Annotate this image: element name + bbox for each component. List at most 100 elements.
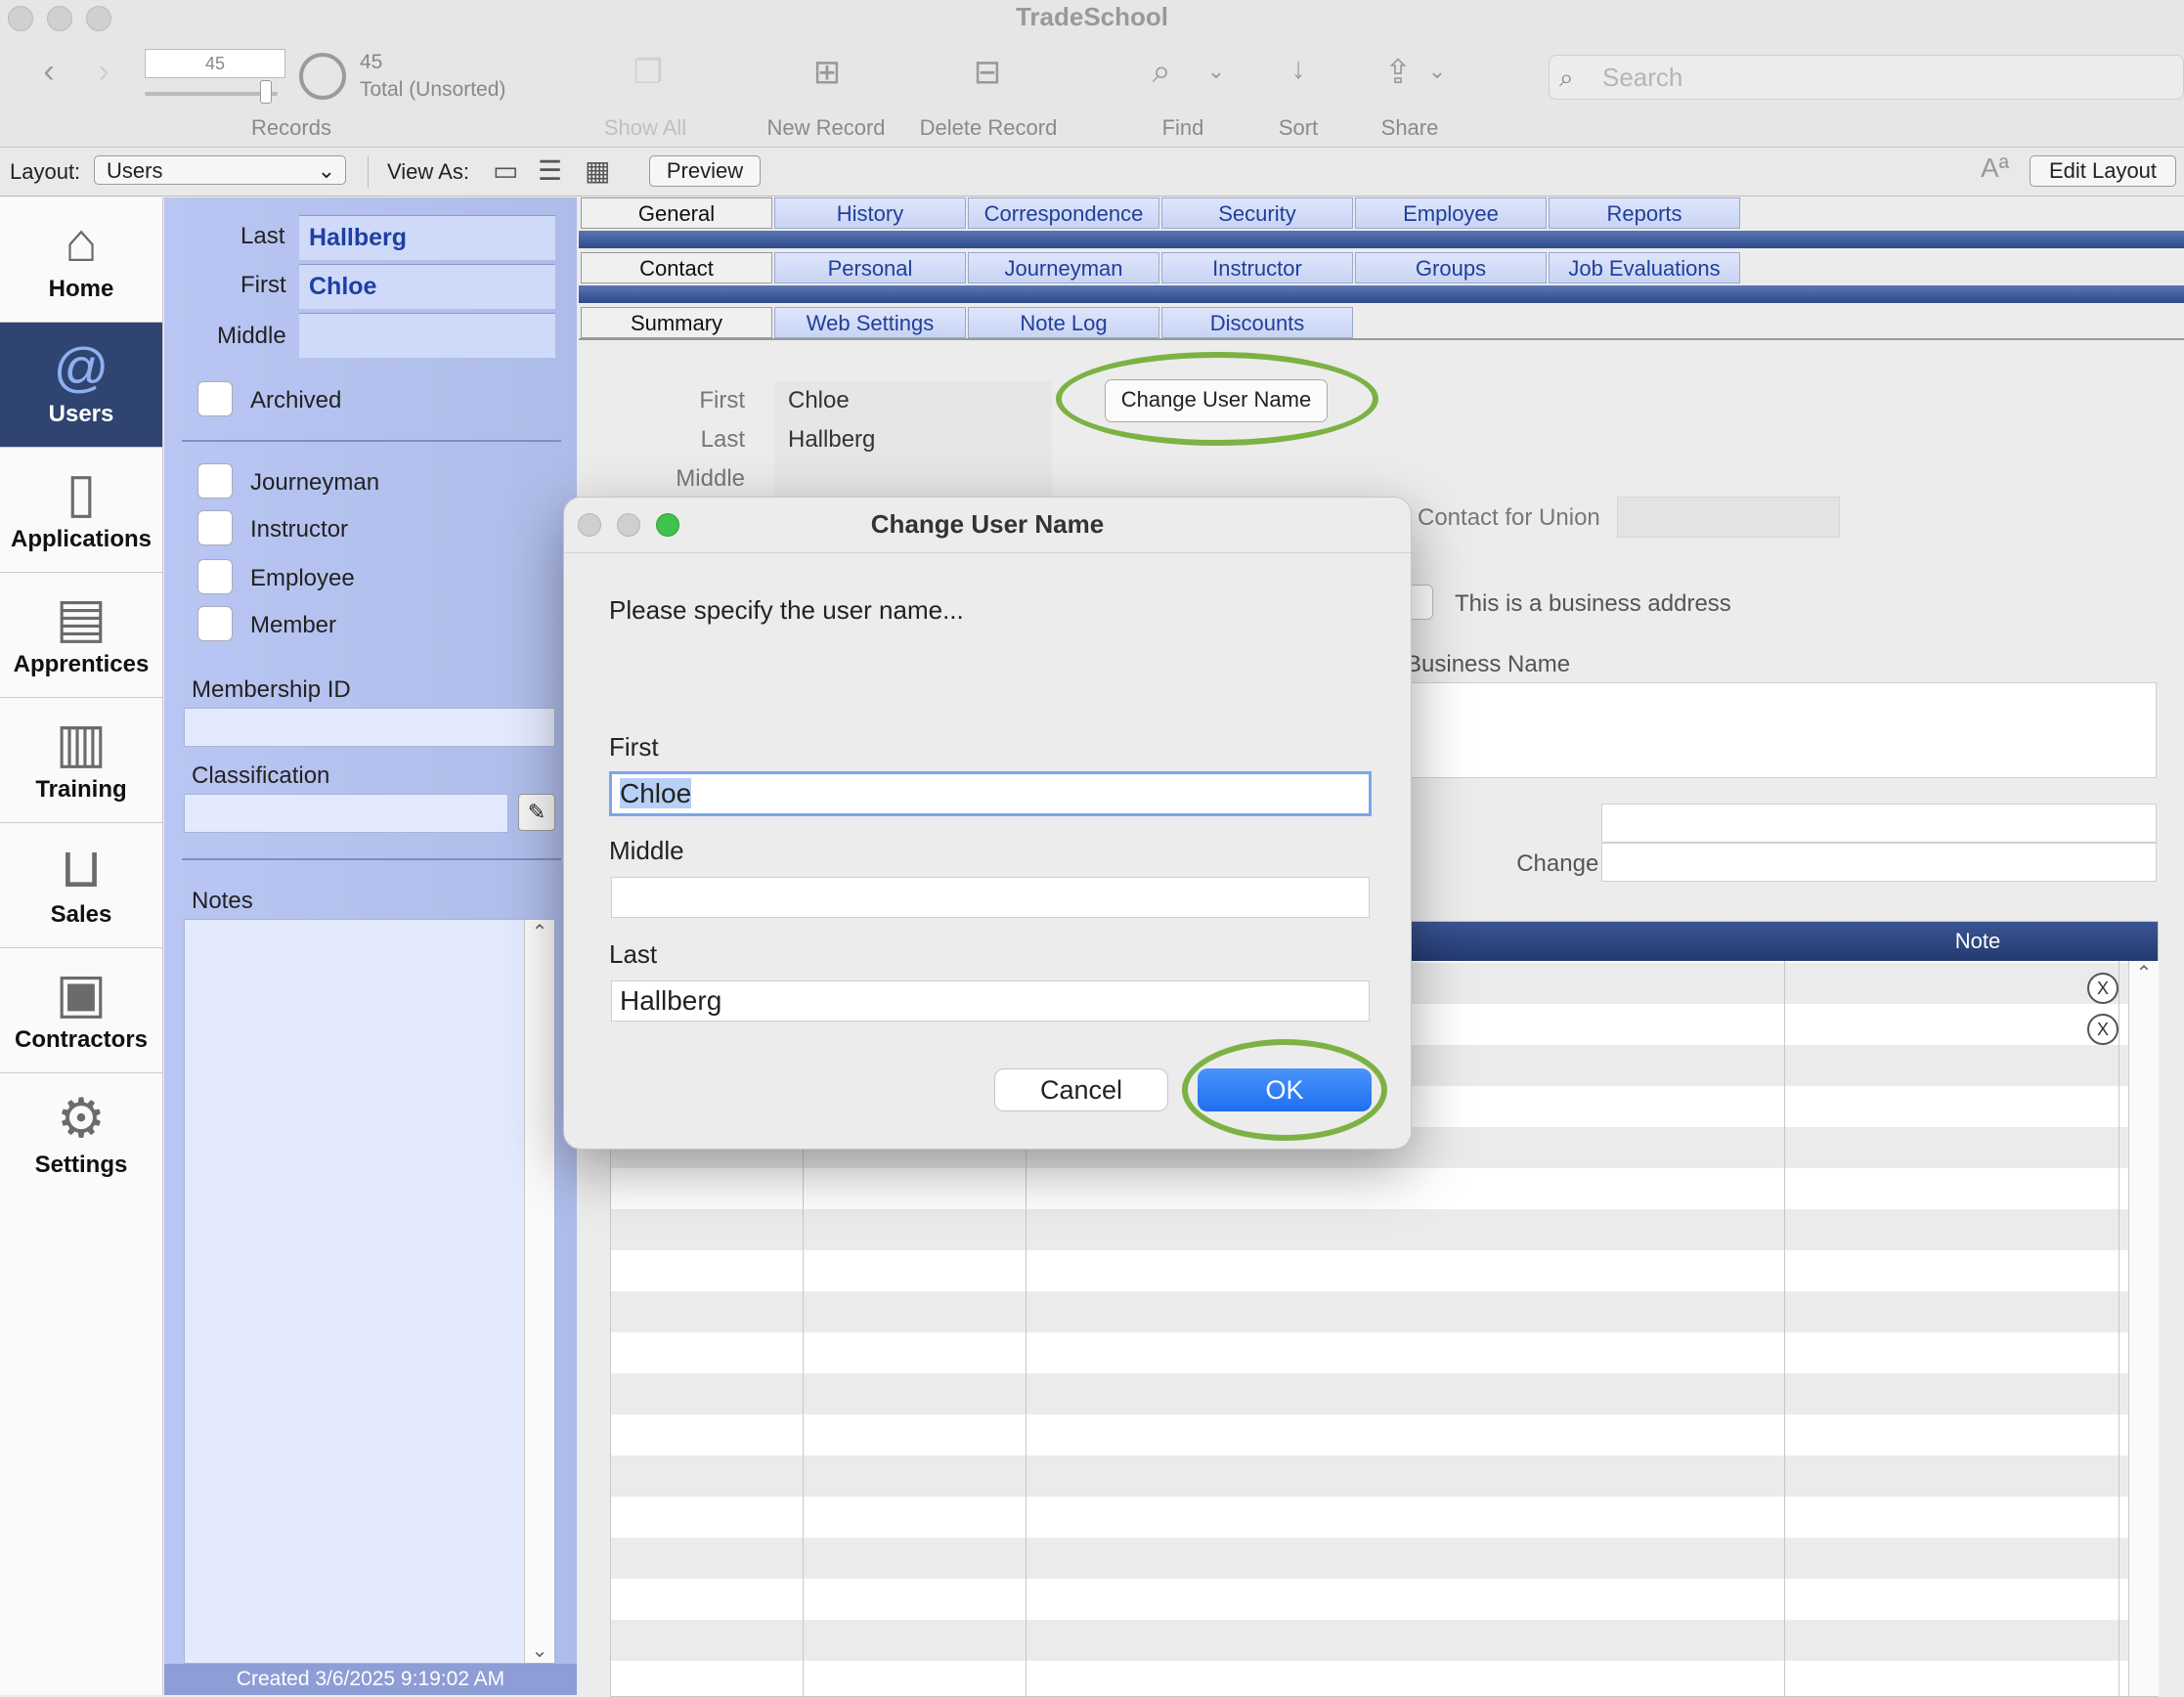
show-all-icon[interactable]: ❐ (626, 53, 671, 92)
dialog-first-label: First (609, 732, 659, 761)
new-record-icon[interactable]: ⊞ (808, 53, 847, 92)
dialog-last-label: Last (609, 939, 658, 969)
nav-contractors-label: Contractors (14, 1026, 149, 1053)
find-icon[interactable]: ⌕ (1142, 53, 1181, 91)
classification-label: Classification (192, 762, 330, 789)
scroll-up-icon[interactable]: ⌃ (2129, 961, 2159, 985)
dialog-first-input[interactable]: Chloe (609, 771, 1372, 816)
search-placeholder: Search (1602, 63, 1683, 92)
record-slider-track[interactable] (145, 92, 278, 96)
tab-journeyman[interactable]: Journeyman (968, 252, 1159, 283)
nav-apprentices[interactable]: ▤ Apprentices (0, 573, 162, 698)
delete-record-button[interactable]: Delete Record (905, 115, 1071, 141)
delete-record-icon[interactable]: ⊟ (968, 53, 1007, 92)
tab-discounts[interactable]: Discounts (1161, 307, 1353, 338)
nav-home[interactable]: ⌂ Home (0, 197, 162, 323)
edit-layout-button[interactable]: Edit Layout (2030, 155, 2176, 187)
tab-area: General History Correspondence Security … (579, 197, 2184, 340)
nav-applications[interactable]: ▯ Applications (0, 448, 162, 573)
find-button[interactable]: Find (1134, 115, 1232, 141)
nav-training[interactable]: ▥ Training (0, 698, 162, 823)
view-as-label: View As: (387, 159, 469, 184)
last-name-field[interactable]: Hallberg (299, 215, 555, 260)
nav-settings[interactable]: ⚙ Settings (0, 1073, 162, 1198)
nav-sales[interactable]: ⊔ Sales (0, 823, 162, 948)
form-view-icon[interactable]: ▭ (493, 154, 518, 187)
delete-row-icon[interactable]: X (2087, 1014, 2118, 1045)
change-user-name-button[interactable]: Change User Name (1105, 379, 1328, 422)
grid-col-divider (1784, 961, 1785, 1696)
tab-employee[interactable]: Employee (1355, 197, 1547, 229)
tab-general[interactable]: General (581, 197, 772, 229)
tab-personal[interactable]: Personal (774, 252, 966, 283)
cancel-button[interactable]: Cancel (994, 1068, 1168, 1111)
dialog-first-value: Chloe (620, 778, 692, 808)
share-chevron-down-icon[interactable]: ⌄ (1425, 59, 1449, 84)
forward-arrow-icon[interactable]: › (86, 53, 121, 91)
first-name-label: First (240, 272, 286, 298)
record-slider-thumb[interactable] (260, 80, 272, 104)
tab-job-evaluations[interactable]: Job Evaluations (1549, 252, 1740, 283)
nav-users-label: Users (48, 401, 114, 427)
tab-security[interactable]: Security (1161, 197, 1353, 229)
ok-button[interactable]: OK (1198, 1068, 1372, 1111)
delete-row-icon[interactable]: X (2087, 973, 2118, 1004)
text-format-icon[interactable]: Aª (1981, 152, 2009, 184)
preview-button[interactable]: Preview (649, 155, 761, 187)
notes-scrollbar[interactable]: ⌃ ⌄ (524, 920, 554, 1663)
nav-users[interactable]: @ Users (0, 323, 162, 448)
tab-reports[interactable]: Reports (1549, 197, 1740, 229)
share-icon[interactable]: ⇪ (1378, 53, 1418, 92)
journeyman-checkbox[interactable] (197, 463, 233, 499)
tab-summary[interactable]: Summary (581, 307, 772, 338)
notes-field[interactable]: ⌃ ⌄ (184, 919, 555, 1664)
scroll-up-icon[interactable]: ⌃ (525, 920, 554, 944)
tab-contact[interactable]: Contact (581, 252, 772, 283)
tab-correspondence[interactable]: Correspondence (968, 197, 1159, 229)
first-name-field[interactable]: Chloe (299, 264, 555, 309)
basket-icon: ⊔ (60, 837, 103, 898)
tab-web-settings[interactable]: Web Settings (774, 307, 966, 338)
table-view-icon[interactable]: ▦ (585, 154, 610, 187)
tab-note-log[interactable]: Note Log (968, 307, 1159, 338)
dialog-last-input[interactable]: Hallberg (611, 980, 1370, 1022)
list-view-icon[interactable]: ☰ (538, 154, 562, 187)
nav-training-label: Training (35, 776, 127, 803)
layout-select-value: Users (107, 158, 163, 183)
dialog-middle-input[interactable] (611, 877, 1370, 918)
search-input[interactable]: ⌕ Search (1549, 55, 2184, 100)
archived-checkbox[interactable] (197, 381, 233, 416)
instructor-checkbox[interactable] (197, 510, 233, 545)
sidebar-divider-2 (182, 858, 561, 860)
find-chevron-down-icon[interactable]: ⌄ (1204, 59, 1228, 84)
employee-checkbox[interactable] (197, 559, 233, 594)
middle-name-field[interactable] (299, 313, 555, 358)
back-arrow-icon[interactable]: ‹ (31, 53, 66, 91)
layout-select[interactable]: Users ⌄ (94, 155, 346, 185)
scroll-down-icon[interactable]: ⌄ (525, 1638, 554, 1663)
contact-for-union-label: Contact for Union (1418, 504, 1600, 531)
tab-instructor[interactable]: Instructor (1161, 252, 1353, 283)
show-all-button[interactable]: Show All (587, 115, 704, 141)
nav-contractors[interactable]: ▣ Contractors (0, 948, 162, 1073)
record-number-field[interactable]: 45 (145, 49, 285, 78)
summary-first-value: Chloe (774, 381, 1052, 420)
tab-history[interactable]: History (774, 197, 966, 229)
sort-button[interactable]: Sort (1249, 115, 1347, 141)
member-checkbox[interactable] (197, 606, 233, 641)
share-button[interactable]: Share (1361, 115, 1459, 141)
house-icon: ⌂ (65, 211, 98, 273)
classification-field[interactable] (184, 794, 508, 833)
county-field[interactable] (1601, 804, 2157, 843)
grid-scrollbar[interactable]: ⌃ (2128, 961, 2159, 1696)
contact-for-union-field[interactable] (1617, 497, 1840, 538)
tab-groups[interactable]: Groups (1355, 252, 1547, 283)
sort-icon[interactable]: ↓ (1279, 53, 1318, 86)
new-record-button[interactable]: New Record (753, 115, 899, 141)
change-source-field[interactable] (1601, 843, 2157, 882)
tab-band (579, 231, 2184, 248)
nav-sales-label: Sales (50, 901, 112, 928)
business-name-field[interactable] (1400, 682, 2157, 778)
membership-id-field[interactable] (184, 708, 555, 747)
pencil-icon[interactable]: ✎ (518, 794, 555, 831)
